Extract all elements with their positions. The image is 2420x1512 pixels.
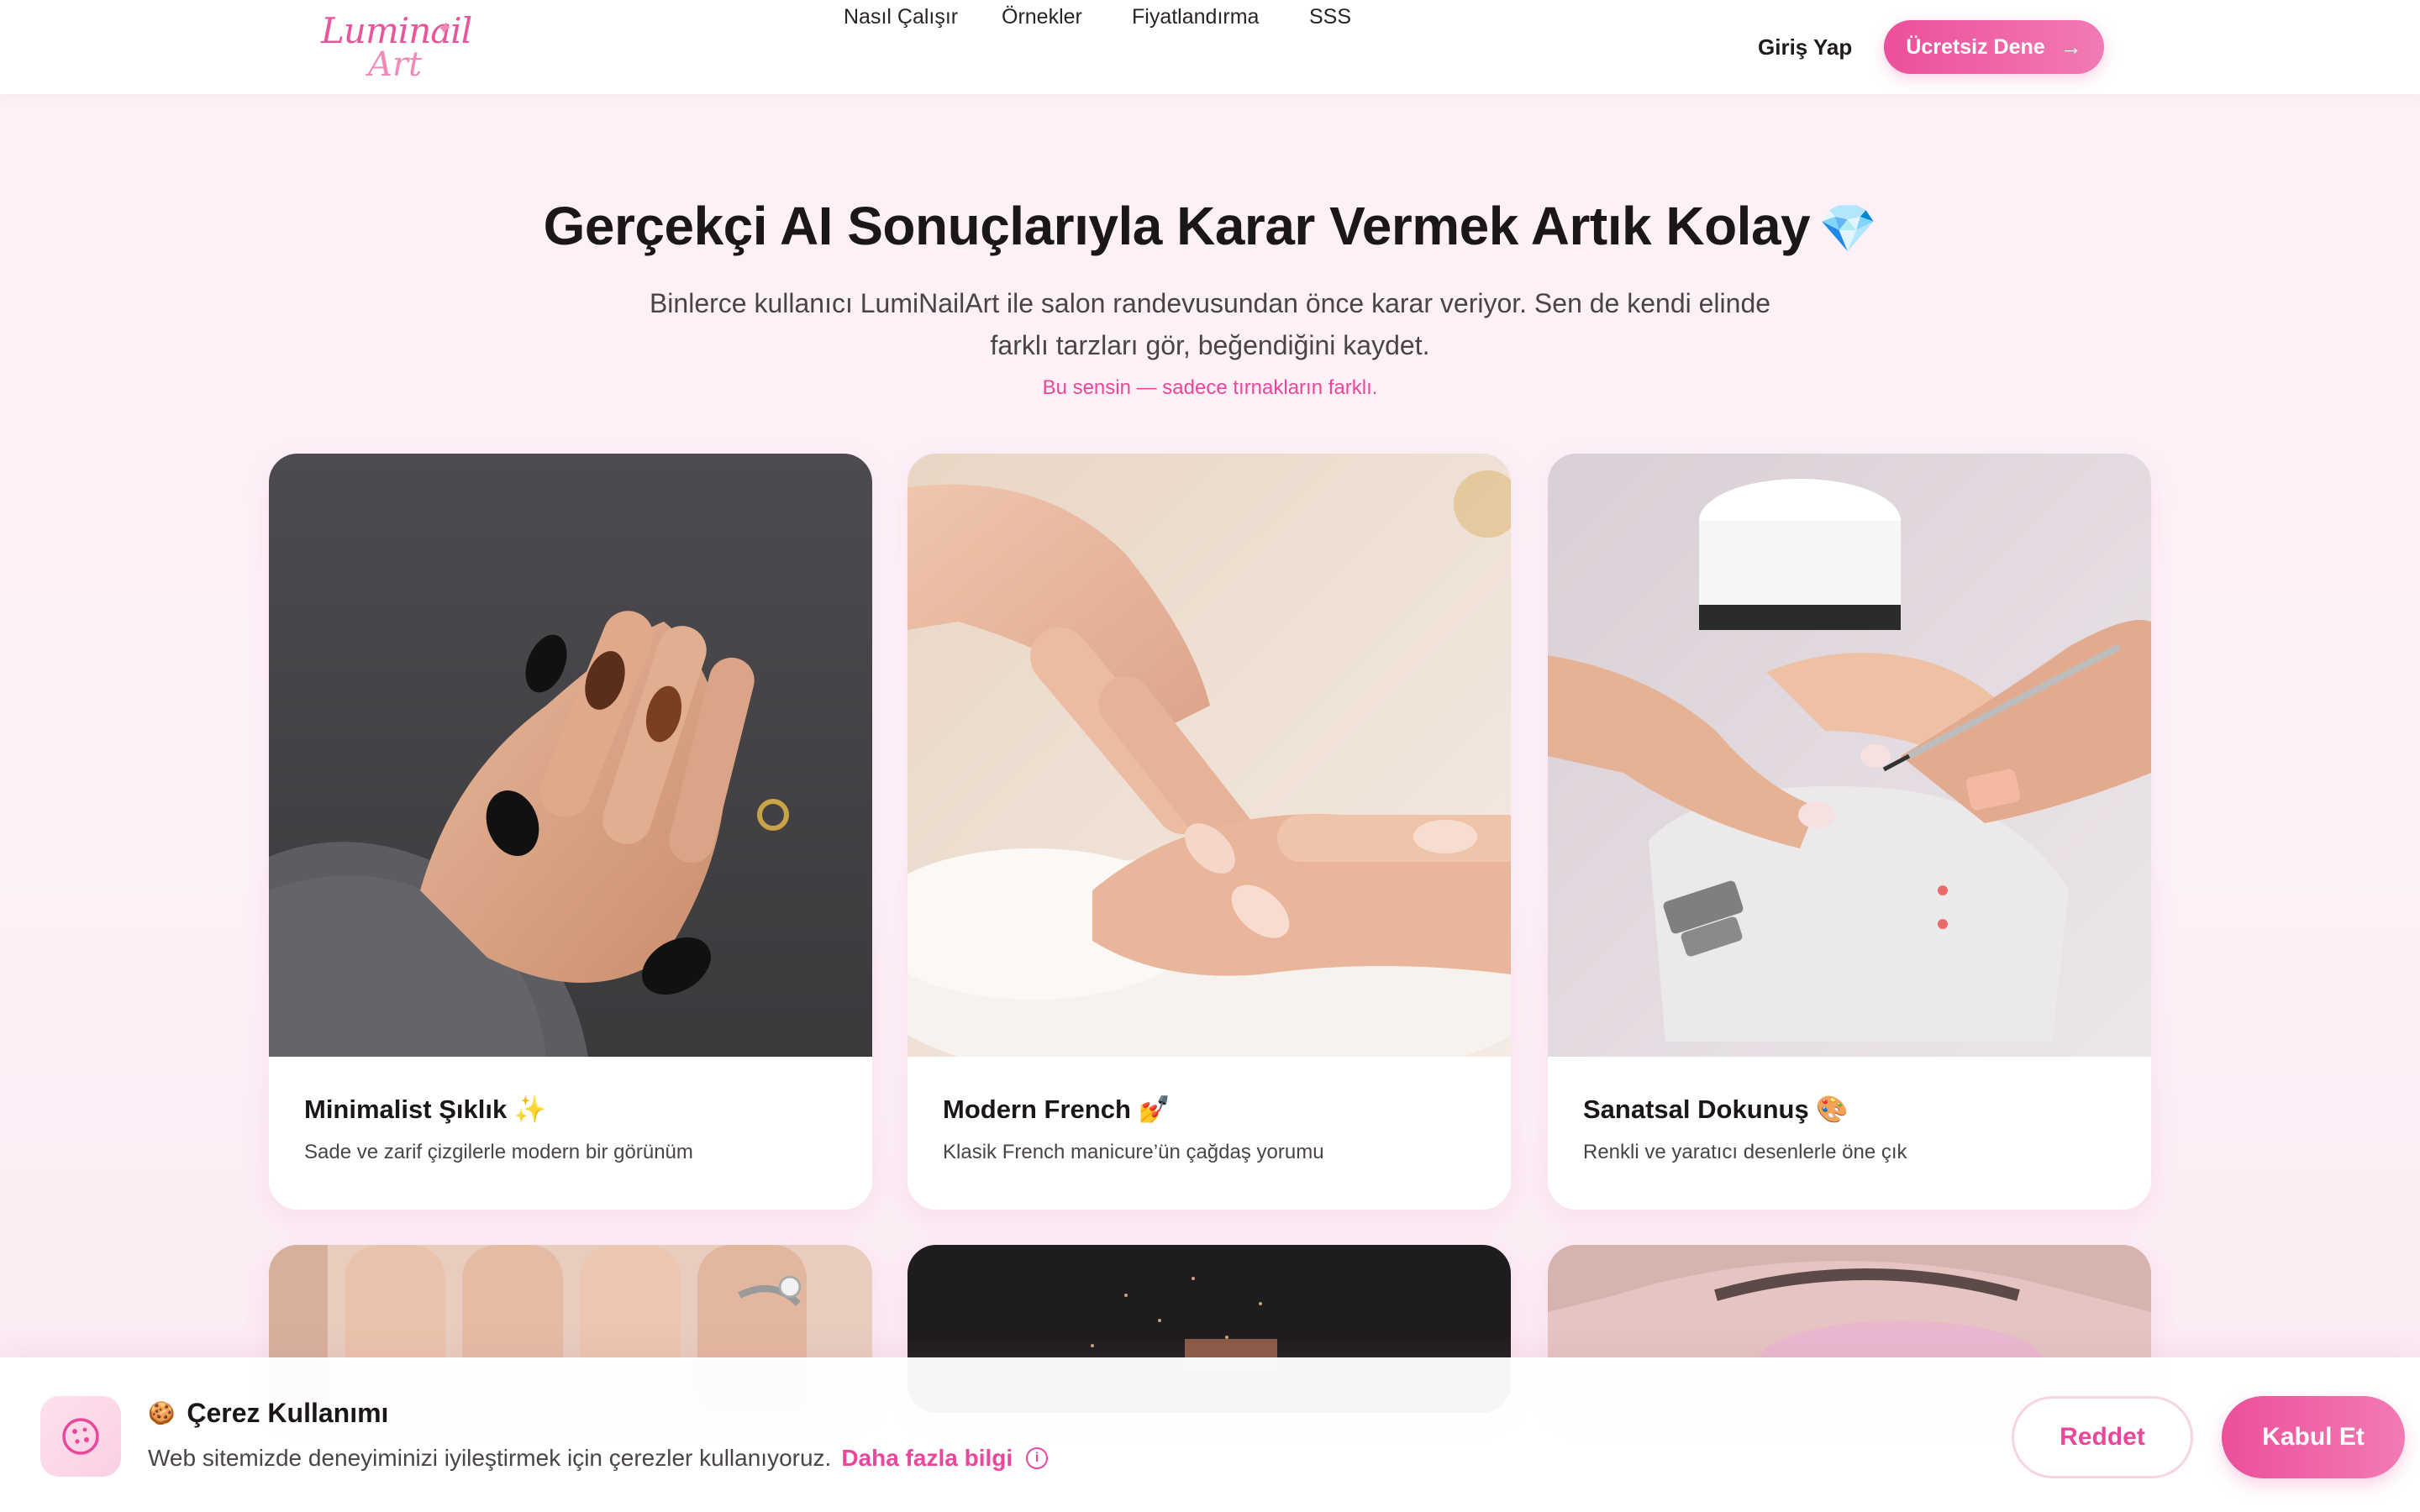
card-title: Modern French 💅: [943, 1095, 1171, 1124]
nav-how-it-works[interactable]: Nasıl Çalışır: [844, 0, 958, 34]
card-title: Sanatsal Dokunuş 🎨: [1583, 1095, 1849, 1124]
cookie-title: 🍪 Çerez Kullanımı: [148, 1398, 388, 1429]
logo-line2: Art: [368, 45, 423, 84]
cookie-banner: 🍪 Çerez Kullanımı Web sitemizde deneyimi…: [0, 1357, 2420, 1512]
style-card-minimalist[interactable]: Minimalist Şıklık ✨ Sade ve zarif çizgil…: [269, 454, 872, 1210]
hero-title: Gerçekçi AI Sonuçlarıyla Karar Vermek Ar…: [0, 195, 2420, 257]
nail-polish-icon: 💅: [1138, 1095, 1171, 1124]
free-trial-label: Ücretsiz Dene: [1906, 34, 2045, 59]
sparkle-icon: ✦: [435, 18, 451, 39]
login-link[interactable]: Giriş Yap: [1758, 30, 1852, 64]
palette-icon: 🎨: [1816, 1095, 1849, 1124]
arrow-right-icon: →: [2060, 34, 2082, 60]
cookie-more-info-link[interactable]: Daha fazla bilgi: [841, 1445, 1013, 1472]
cookie-text: Web sitemizde deneyiminizi iyileştirmek …: [148, 1445, 1049, 1472]
hero-title-text: Gerçekçi AI Sonuçlarıyla Karar Vermek Ar…: [543, 196, 1811, 256]
gem-icon: 💎: [1818, 202, 1877, 255]
info-icon[interactable]: i: [1026, 1447, 1049, 1469]
nav-faq[interactable]: SSS: [1309, 0, 1351, 34]
free-trial-button[interactable]: Ücretsiz Dene →: [1884, 20, 2104, 74]
nude-french-nails-photo: [908, 454, 1511, 1057]
nav-examples[interactable]: Örnekler: [1002, 0, 1082, 34]
site-header: Luminail Art ✦ Nasıl Çalışır Örnekler Fi…: [0, 0, 2420, 94]
style-card-modern-french[interactable]: Modern French 💅 Klasik French manicure’ü…: [908, 454, 1511, 1210]
sparkles-icon: ✨: [513, 1095, 547, 1124]
cookie-title-text: Çerez Kullanımı: [187, 1398, 389, 1428]
nav-pricing[interactable]: Fiyatlandırma: [1132, 0, 1259, 34]
card-description: Sade ve zarif çizgilerle modern bir görü…: [304, 1141, 693, 1163]
nail-art-salon-photo: [1548, 454, 2151, 1057]
brand-logo[interactable]: Luminail Art ✦: [316, 12, 472, 84]
style-card-artistic[interactable]: Sanatsal Dokunuş 🎨 Renkli ve yaratıcı de…: [1548, 454, 2151, 1210]
hero-note: Bu sensin — sadece tırnakların farklı.: [1042, 376, 1378, 399]
hero-subtitle: Binlerce kullanıcı LumiNailArt ile salon…: [649, 288, 1771, 360]
reject-cookies-button[interactable]: Reddet: [2012, 1396, 2193, 1478]
card-description: Klasik French manicure’ün çağdaş yorumu: [943, 1141, 1324, 1163]
accept-cookies-button[interactable]: Kabul Et: [2222, 1396, 2405, 1478]
cookie-emoji-icon: 🍪: [148, 1400, 176, 1425]
cookie-icon: [40, 1396, 121, 1477]
black-tortoise-nails-photo: [269, 454, 872, 1057]
cookie-message: Web sitemizde deneyiminizi iyileştirmek …: [148, 1445, 832, 1471]
card-title: Minimalist Şıklık ✨: [304, 1095, 547, 1124]
card-description: Renkli ve yaratıcı desenlerle öne çık: [1583, 1141, 1907, 1163]
